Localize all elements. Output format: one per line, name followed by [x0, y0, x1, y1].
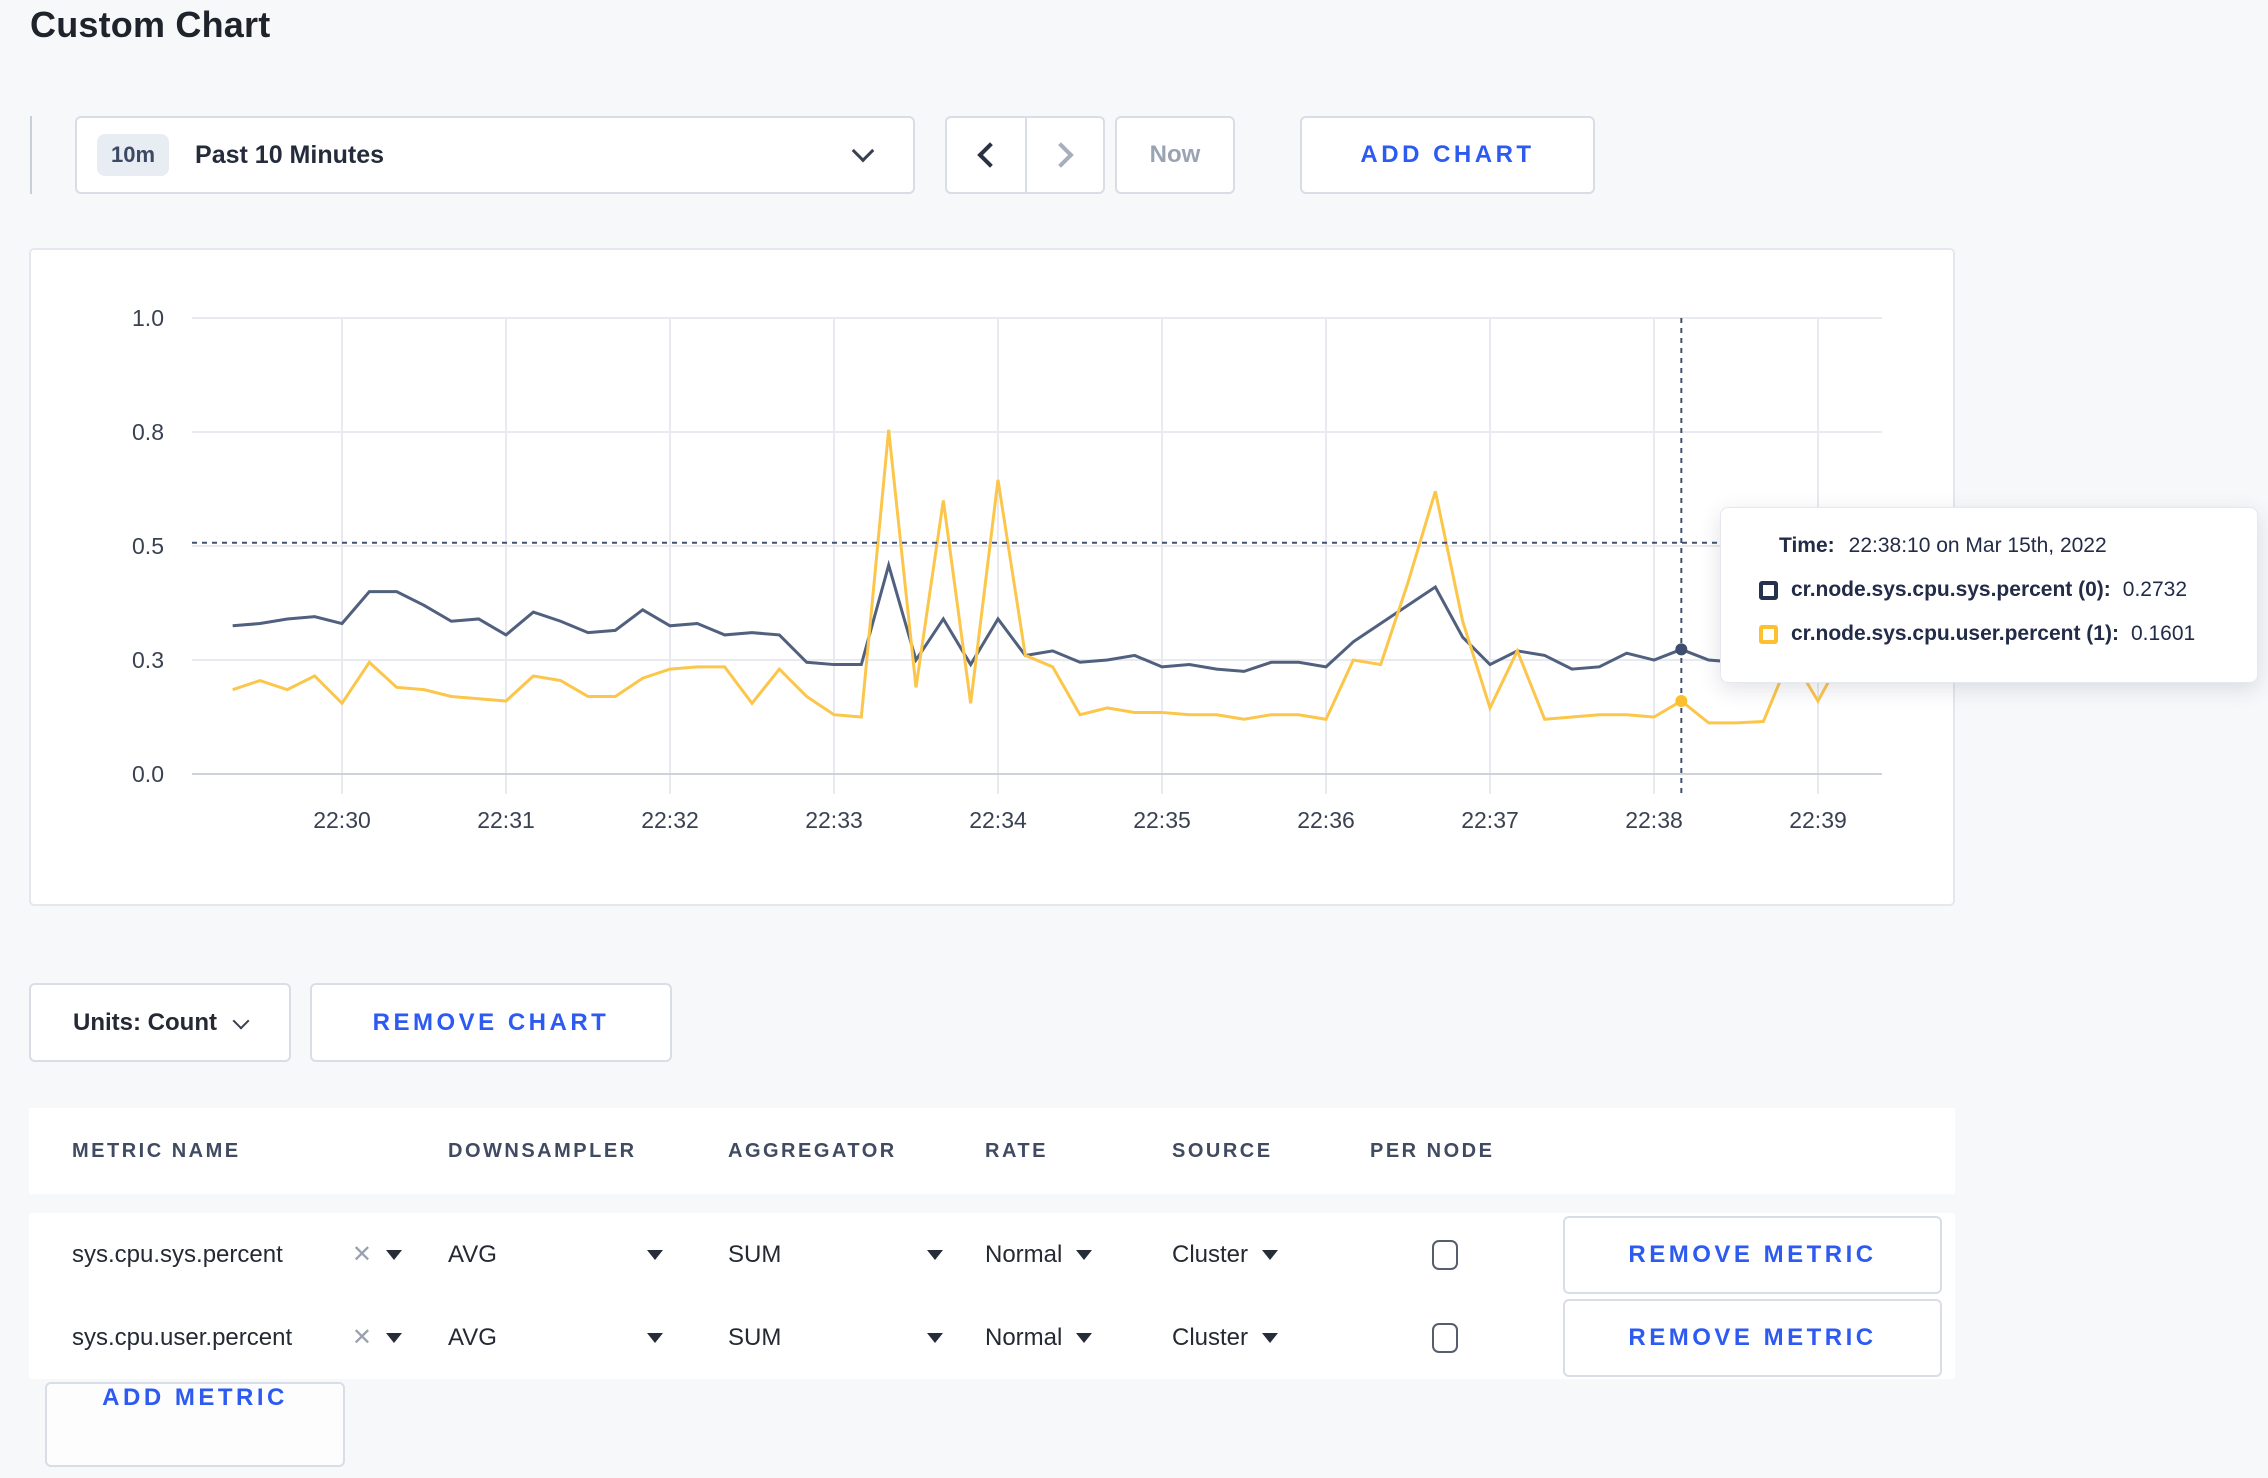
dropdown-caret-icon	[1076, 1332, 1093, 1343]
column-header-per-node: PER NODE	[1370, 1139, 1495, 1162]
metric-name-value: sys.cpu.sys.percent	[72, 1240, 283, 1268]
tooltip-series-value: 0.2732	[2122, 578, 2188, 601]
cpu-usage-chart[interactable]: 22:30 22:31 22:32 22:33 22:34 22:35 22:36 22:37…	[31, 250, 1953, 904]
source-value: Cluster	[1172, 1323, 1249, 1351]
dropdown-caret-icon	[647, 1249, 663, 1260]
time-window-selector[interactable]: 10m Past 10 Minutes	[75, 116, 915, 194]
tooltip-time-value: 22:38:10 on Mar 15th, 2022	[1848, 534, 2107, 557]
dropdown-caret-icon[interactable]	[386, 1332, 402, 1343]
metric-name-select[interactable]: sys.cpu.sys.percent ✕	[72, 1240, 402, 1269]
tooltip-time-label: Time:	[1779, 534, 1835, 557]
downsampler-select[interactable]: AVG	[448, 1241, 663, 1269]
next-time-button[interactable]	[1025, 118, 1103, 192]
column-header-source: SOURCE	[1172, 1139, 1273, 1162]
svg-text:22:36: 22:36	[1297, 807, 1355, 833]
source-select[interactable]: Cluster	[1172, 1240, 1279, 1269]
dropdown-caret-icon	[1076, 1249, 1093, 1260]
time-nav-group	[945, 116, 1105, 194]
page-title: Custom Chart	[30, 4, 271, 45]
aggregator-value: SUM	[728, 1240, 782, 1268]
metrics-table-rows: sys.cpu.sys.percent ✕ AVG SUM Normal Clu…	[29, 1213, 1955, 1379]
tooltip-series-row: cr.node.sys.cpu.user.percent (1): 0.1601	[1759, 622, 2257, 646]
source-value: Cluster	[1172, 1240, 1249, 1268]
svg-text:22:34: 22:34	[969, 807, 1027, 833]
aggregator-select[interactable]: SUM	[728, 1324, 943, 1352]
svg-text:22:32: 22:32	[641, 807, 699, 833]
svg-text:0.5: 0.5	[132, 533, 164, 559]
rate-value: Normal	[985, 1323, 1063, 1351]
source-select[interactable]: Cluster	[1172, 1323, 1279, 1352]
units-selector[interactable]: Units: Count	[29, 983, 291, 1062]
chevron-down-icon	[851, 139, 875, 163]
remove-metric-button[interactable]: REMOVE METRIC	[1563, 1298, 1942, 1377]
svg-text:22:31: 22:31	[477, 807, 535, 833]
svg-text:22:33: 22:33	[805, 807, 863, 833]
dropdown-caret-icon[interactable]	[386, 1249, 402, 1260]
chevron-right-icon	[1048, 142, 1074, 168]
per-node-checkbox[interactable]	[1432, 1239, 1458, 1270]
table-row: sys.cpu.user.percent ✕ AVG SUM Normal Cl…	[29, 1296, 1955, 1379]
aggregator-value: SUM	[728, 1323, 782, 1351]
downsampler-value: AVG	[448, 1323, 497, 1351]
time-window-badge: 10m	[97, 134, 170, 176]
metric-name-select[interactable]: sys.cpu.user.percent ✕	[72, 1323, 402, 1352]
dropdown-caret-icon	[1262, 1249, 1279, 1260]
svg-text:22:39: 22:39	[1789, 807, 1847, 833]
svg-text:22:38: 22:38	[1625, 807, 1683, 833]
tooltip-series-value: 0.1601	[2130, 622, 2196, 645]
dropdown-caret-icon	[1262, 1332, 1279, 1343]
svg-text:22:35: 22:35	[1133, 807, 1191, 833]
add-chart-button[interactable]: ADD CHART	[1300, 116, 1595, 194]
svg-text:0.0: 0.0	[132, 761, 164, 787]
table-row: sys.cpu.sys.percent ✕ AVG SUM Normal Clu…	[29, 1213, 1955, 1296]
downsampler-select[interactable]: AVG	[448, 1324, 663, 1352]
dropdown-caret-icon	[647, 1332, 663, 1343]
series-swatch-icon	[1759, 624, 1778, 644]
svg-text:0.8: 0.8	[132, 419, 164, 445]
units-label: Units: Count	[73, 1008, 217, 1036]
svg-text:1.0: 1.0	[132, 305, 164, 331]
column-header-aggregator: AGGREGATOR	[728, 1139, 897, 1162]
remove-metric-button[interactable]: REMOVE METRIC	[1563, 1215, 1942, 1294]
svg-text:22:30: 22:30	[313, 807, 371, 833]
now-button[interactable]: Now	[1115, 116, 1235, 194]
time-window-label: Past 10 Minutes	[195, 140, 384, 169]
column-header-downsampler: DOWNSAMPLER	[448, 1139, 637, 1162]
svg-text:22:37: 22:37	[1461, 807, 1519, 833]
tooltip-series-label: cr.node.sys.cpu.user.percent (1):	[1791, 622, 2119, 645]
svg-text:0.3: 0.3	[132, 647, 164, 673]
clear-metric-icon[interactable]: ✕	[342, 1323, 386, 1352]
rate-select[interactable]: Normal	[985, 1323, 1093, 1352]
clear-metric-icon[interactable]: ✕	[342, 1240, 386, 1269]
prev-time-button[interactable]	[947, 118, 1025, 192]
rate-value: Normal	[985, 1240, 1063, 1268]
toolbar-left-rule	[30, 116, 32, 194]
dropdown-caret-icon	[927, 1249, 943, 1260]
chevron-left-icon	[977, 142, 1003, 168]
rate-select[interactable]: Normal	[985, 1240, 1093, 1269]
column-header-rate: RATE	[985, 1139, 1048, 1162]
tooltip-series-row: cr.node.sys.cpu.sys.percent (0): 0.2732	[1759, 578, 2257, 602]
chart-card[interactable]: 22:30 22:31 22:32 22:33 22:34 22:35 22:36 22:37…	[29, 248, 1955, 906]
downsampler-value: AVG	[448, 1240, 497, 1268]
per-node-checkbox[interactable]	[1432, 1322, 1458, 1353]
aggregator-select[interactable]: SUM	[728, 1241, 943, 1269]
add-metric-button[interactable]: ADD METRIC	[45, 1382, 345, 1467]
tooltip-series-label: cr.node.sys.cpu.sys.percent (0):	[1791, 578, 2111, 601]
metrics-table-header: METRIC NAME DOWNSAMPLER AGGREGATOR RATE …	[29, 1108, 1955, 1194]
metric-name-value: sys.cpu.user.percent	[72, 1323, 293, 1351]
remove-chart-button[interactable]: REMOVE CHART	[310, 983, 672, 1062]
series-swatch-icon	[1759, 580, 1778, 600]
column-header-metric-name: METRIC NAME	[72, 1139, 241, 1162]
chevron-down-icon	[232, 1012, 250, 1029]
chart-tooltip: Time: 22:38:10 on Mar 15th, 2022 cr.node.…	[1720, 507, 2258, 683]
dropdown-caret-icon	[927, 1332, 943, 1343]
tooltip-time-row: Time: 22:38:10 on Mar 15th, 2022	[1779, 534, 2257, 558]
